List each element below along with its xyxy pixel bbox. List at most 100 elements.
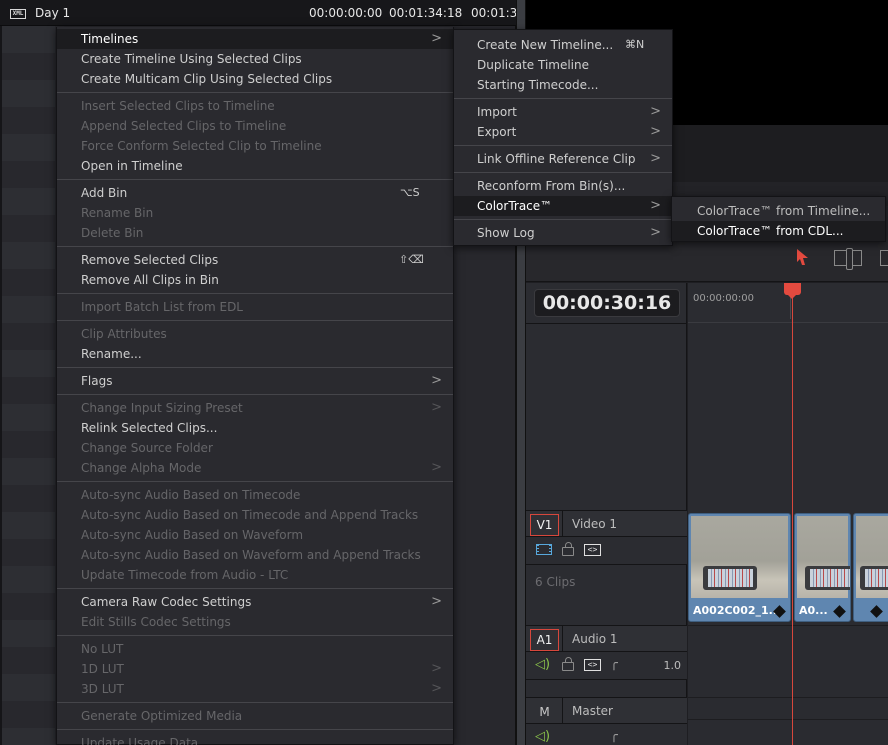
- lock-icon[interactable]: [562, 542, 574, 556]
- menu-item-flags[interactable]: Flags >: [57, 371, 453, 391]
- track-a1-volume[interactable]: 1.0: [664, 659, 682, 672]
- menu-item-colortrace-from-cdl[interactable]: ColorTrace™ from CDL...: [672, 221, 885, 241]
- menu-item-change-input-sizing[interactable]: Change Input Sizing Preset >: [57, 398, 453, 418]
- chevron-right-icon: >: [431, 681, 442, 696]
- track-master-controls: ◁) ╭: [526, 724, 687, 745]
- menu-item-camera-raw-settings[interactable]: Camera Raw Codec Settings >: [57, 592, 453, 612]
- menu-item-reconform-from-bins[interactable]: Reconform From Bin(s)...: [454, 176, 672, 196]
- menu-item-label: Rename Bin: [81, 206, 154, 220]
- menu-item-colortrace-from-timeline[interactable]: ColorTrace™ from Timeline...: [672, 201, 885, 221]
- menu-item-autosync-waveform-append[interactable]: Auto-sync Audio Based on Waveform and Ap…: [57, 545, 453, 565]
- menu-item-rename[interactable]: Rename...: [57, 344, 453, 364]
- menu-item-label: Append Selected Clips to Timeline: [81, 119, 287, 133]
- track-a1-target-button[interactable]: A1: [530, 629, 559, 651]
- menu-item-label: No LUT: [81, 642, 124, 656]
- auto-select-icon[interactable]: <>: [584, 659, 601, 671]
- ruler-start-timecode: 00:00:00:00: [693, 293, 755, 304]
- track-v1-target-button[interactable]: V1: [530, 514, 559, 536]
- menu-item-label: Edit Stills Codec Settings: [81, 615, 231, 629]
- menu-item-update-usage-data[interactable]: Update Usage Data: [57, 733, 453, 745]
- menu-item-create-multicam[interactable]: Create Multicam Clip Using Selected Clip…: [57, 69, 453, 89]
- menu-item-no-lut[interactable]: No LUT: [57, 639, 453, 659]
- track-a1-name[interactable]: Audio 1: [572, 632, 618, 646]
- menu-separator: [57, 246, 453, 247]
- trim-edit-icon[interactable]: [834, 248, 862, 270]
- menu-item-change-source-folder[interactable]: Change Source Folder: [57, 438, 453, 458]
- menu-item-label: Relink Selected Clips...: [81, 421, 218, 435]
- menu-item-edit-stills-codec[interactable]: Edit Stills Codec Settings: [57, 612, 453, 632]
- menu-item-label: Import Batch List from EDL: [81, 300, 243, 314]
- menu-item-import[interactable]: Import >: [454, 102, 672, 122]
- menu-item-rename-bin[interactable]: Rename Bin: [57, 203, 453, 223]
- keyframe-diamond-icon[interactable]: [870, 605, 883, 618]
- shortcut-label: ⌥S: [400, 186, 420, 199]
- menu-item-3d-lut[interactable]: 3D LUT >: [57, 679, 453, 699]
- timeline-clip[interactable]: [853, 513, 888, 622]
- track-v1-name[interactable]: Video 1: [572, 517, 617, 531]
- speaker-icon[interactable]: ◁): [535, 729, 550, 744]
- menu-item-remove-selected-clips[interactable]: Remove Selected Clips ⇧⌫: [57, 250, 453, 270]
- timeline-clip[interactable]: A002C002_1...: [688, 513, 791, 622]
- menu-item-label: Starting Timecode...: [477, 78, 599, 92]
- menu-item-label: Rename...: [81, 347, 142, 361]
- menu-item-link-offline-reference[interactable]: Link Offline Reference Clip >: [454, 149, 672, 169]
- menu-item-autosync-timecode[interactable]: Auto-sync Audio Based on Timecode: [57, 485, 453, 505]
- track-master-label-row: M Master: [526, 697, 687, 725]
- current-timecode[interactable]: 00:00:30:16: [534, 289, 680, 317]
- playhead-line[interactable]: [792, 283, 793, 745]
- chevron-right-icon: >: [431, 31, 442, 46]
- film-strip-icon[interactable]: [536, 544, 552, 555]
- selection-arrow-icon[interactable]: [796, 249, 810, 267]
- menu-item-open-in-timeline[interactable]: Open in Timeline: [57, 156, 453, 176]
- playhead-handle[interactable]: [784, 283, 801, 299]
- menu-item-update-timecode-ltc[interactable]: Update Timecode from Audio - LTC: [57, 565, 453, 585]
- menu-item-label: 1D LUT: [81, 662, 124, 676]
- menu-item-create-timeline[interactable]: Create Timeline Using Selected Clips: [57, 49, 453, 69]
- menu-item-delete-bin[interactable]: Delete Bin: [57, 223, 453, 243]
- thumbnail-phone: [860, 566, 888, 590]
- bin-context-menu: Timelines > Create Timeline Using Selecte…: [56, 27, 454, 745]
- menu-item-force-conform[interactable]: Force Conform Selected Clip to Timeline: [57, 136, 453, 156]
- menu-item-autosync-waveform[interactable]: Auto-sync Audio Based on Waveform: [57, 525, 453, 545]
- menu-separator: [57, 367, 453, 368]
- menu-item-autosync-timecode-append[interactable]: Auto-sync Audio Based on Timecode and Ap…: [57, 505, 453, 525]
- menu-item-1d-lut[interactable]: 1D LUT >: [57, 659, 453, 679]
- header-divider: [526, 323, 687, 324]
- clip-thumbnail: [797, 516, 850, 598]
- track-a1-header: A1 Audio 1 ◁) <> ╭ 1.0: [526, 625, 687, 696]
- automation-curve-icon[interactable]: ╭: [610, 728, 618, 743]
- menu-item-relink-clips[interactable]: Relink Selected Clips...: [57, 418, 453, 438]
- keyframe-diamond-icon[interactable]: [833, 605, 846, 618]
- automation-curve-icon[interactable]: ╭: [610, 656, 618, 671]
- dynamic-trim-icon[interactable]: [880, 250, 888, 266]
- speaker-icon[interactable]: ◁): [535, 657, 550, 672]
- timeline-tracks-area[interactable]: 00:00:00:00 A002C002_1... A0...: [688, 283, 888, 745]
- menu-item-import-batch-edl[interactable]: Import Batch List from EDL: [57, 297, 453, 317]
- menu-item-append-clips[interactable]: Append Selected Clips to Timeline: [57, 116, 453, 136]
- menu-item-duplicate-timeline[interactable]: Duplicate Timeline: [454, 55, 672, 75]
- menu-item-add-bin[interactable]: Add Bin ⌥S: [57, 183, 453, 203]
- menu-item-label: Flags: [81, 374, 113, 388]
- menu-item-export[interactable]: Export >: [454, 122, 672, 142]
- menu-item-insert-clips[interactable]: Insert Selected Clips to Timeline: [57, 96, 453, 116]
- clip-list-rows[interactable]: [2, 26, 55, 745]
- menu-item-starting-timecode[interactable]: Starting Timecode...: [454, 75, 672, 95]
- track-master-id[interactable]: M: [530, 701, 559, 723]
- menu-item-remove-all-clips[interactable]: Remove All Clips in Bin: [57, 270, 453, 290]
- menu-item-show-log[interactable]: Show Log >: [454, 223, 672, 243]
- timeline-clip[interactable]: A0...: [794, 513, 851, 622]
- menu-item-clip-attributes[interactable]: Clip Attributes: [57, 324, 453, 344]
- menu-item-create-new-timeline[interactable]: Create New Timeline... ⌘N: [454, 35, 672, 55]
- chevron-right-icon: >: [431, 400, 442, 415]
- lock-icon[interactable]: [562, 657, 574, 671]
- chevron-right-icon: >: [650, 225, 661, 240]
- menu-item-label: Update Timecode from Audio - LTC: [81, 568, 289, 582]
- track-a1-label-row: A1 Audio 1: [526, 625, 687, 653]
- menu-item-generate-optimized-media[interactable]: Generate Optimized Media: [57, 706, 453, 726]
- track-master-name[interactable]: Master: [572, 704, 613, 718]
- menu-item-colortrace[interactable]: ColorTrace™ >: [454, 196, 672, 216]
- menu-item-change-alpha-mode[interactable]: Change Alpha Mode >: [57, 458, 453, 478]
- menu-item-timelines[interactable]: Timelines >: [57, 29, 453, 49]
- menu-item-label: Create New Timeline...: [477, 38, 614, 52]
- auto-select-icon[interactable]: <>: [584, 544, 601, 556]
